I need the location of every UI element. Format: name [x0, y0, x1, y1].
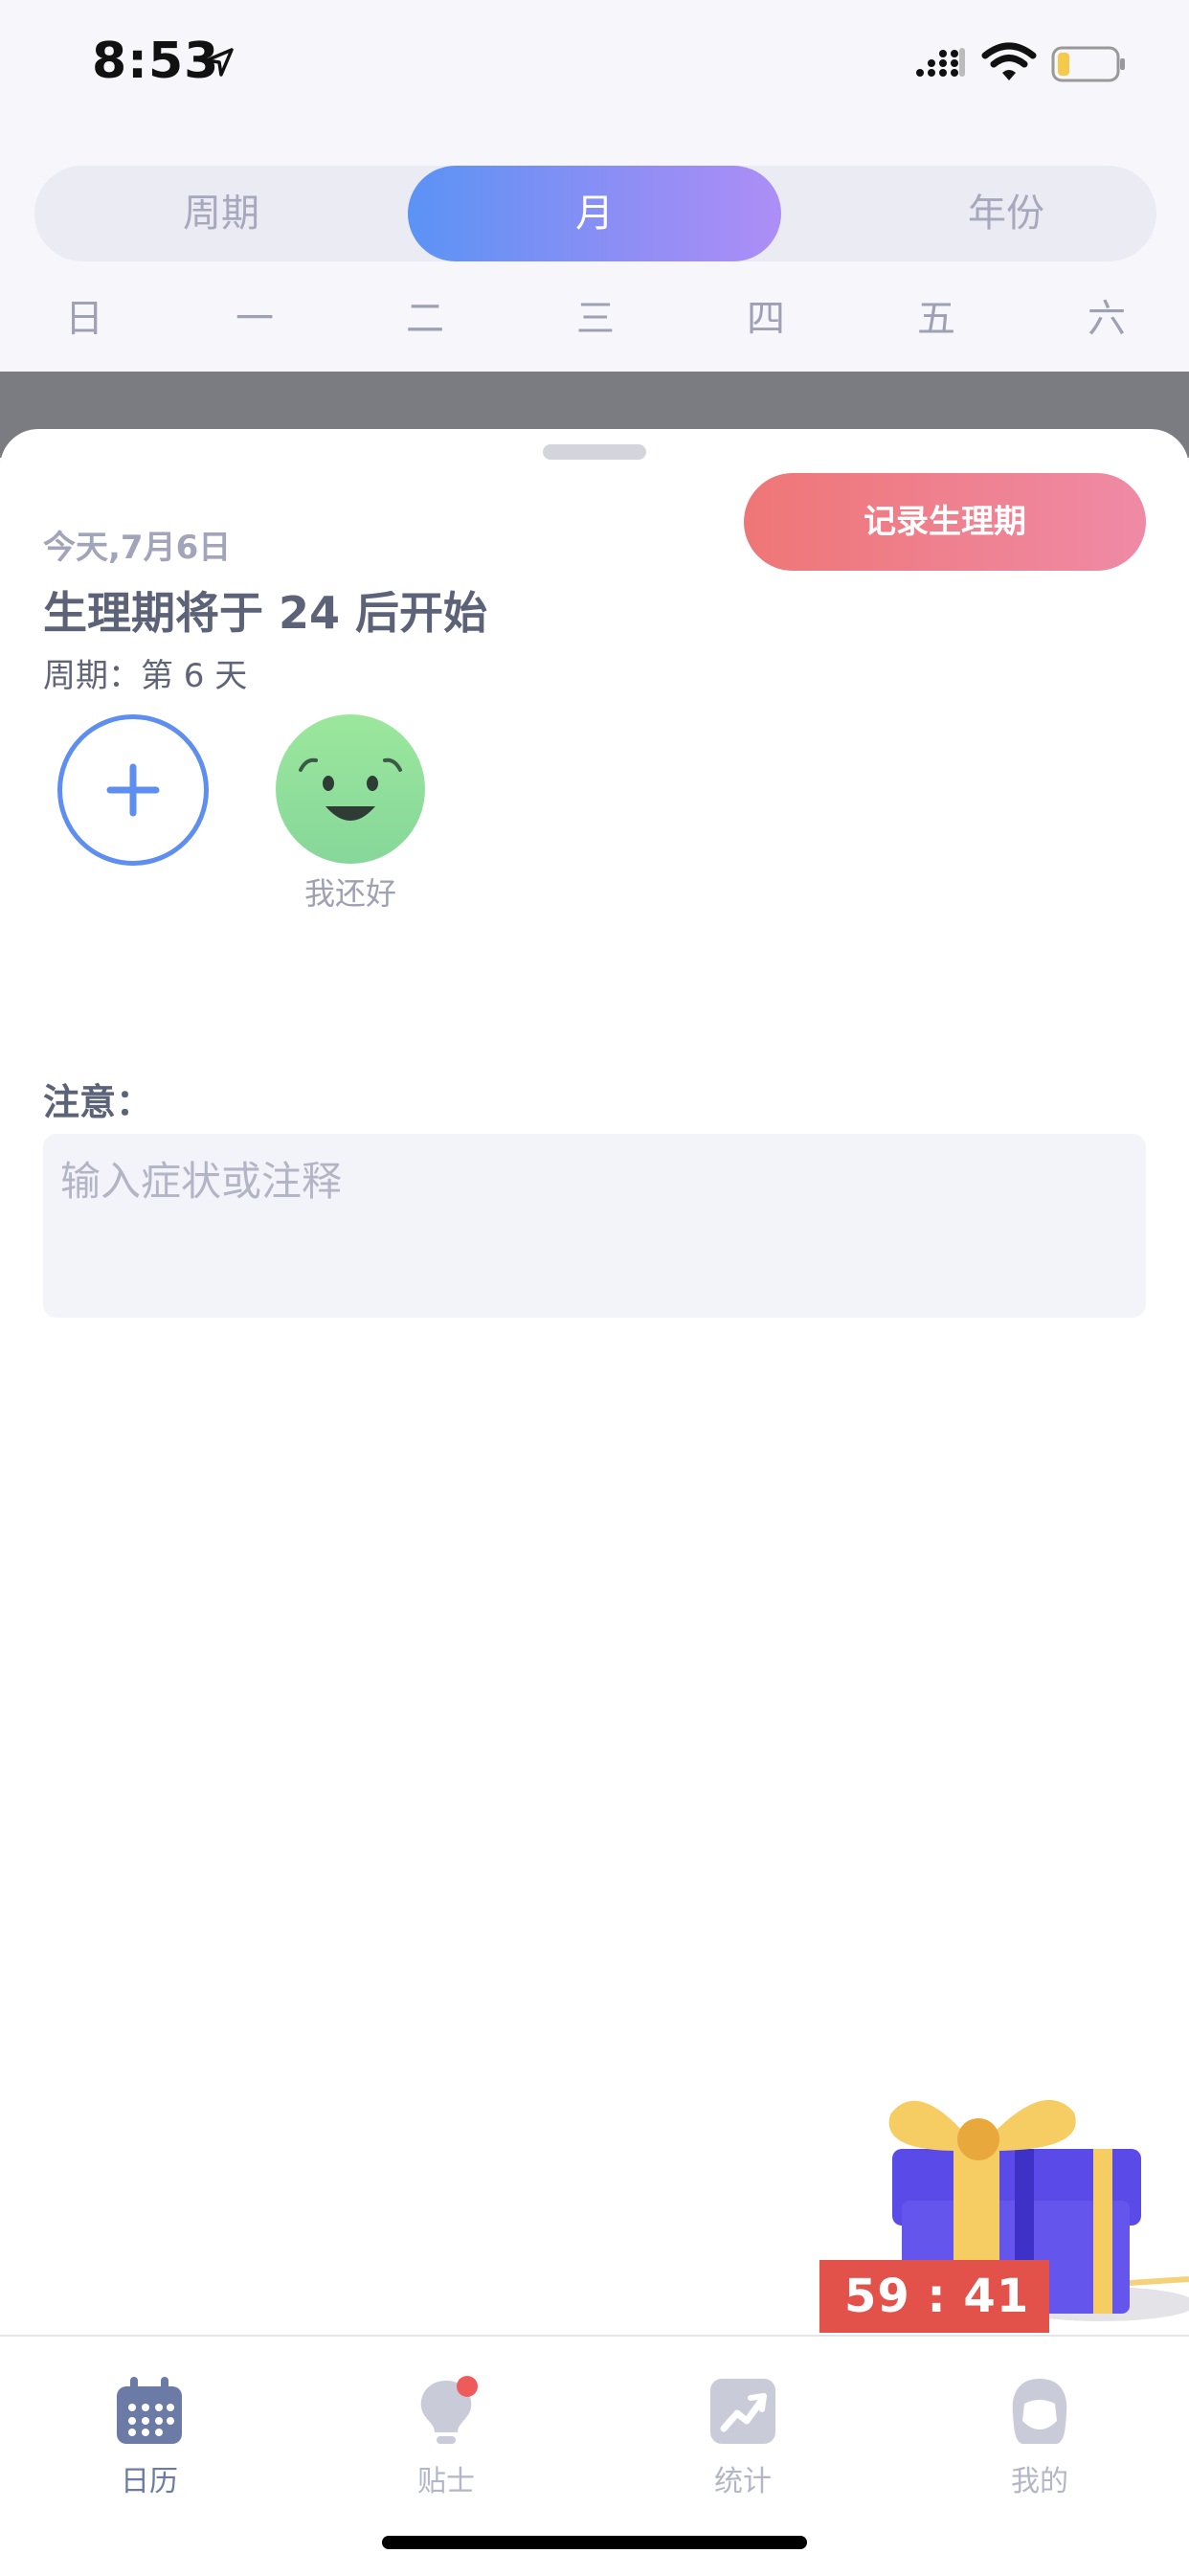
- weekday-header: 日 一 二 三 四 五 六: [0, 287, 1189, 354]
- segment-month[interactable]: 月: [408, 166, 781, 261]
- record-period-button[interactable]: 记录生理期: [744, 473, 1146, 571]
- notification-badge: [457, 2376, 478, 2397]
- tab-profile[interactable]: 我的: [944, 2356, 1135, 2509]
- cellular-signal-icon: [916, 48, 965, 77]
- weekday-mon: 一: [236, 297, 274, 341]
- day-detail-sheet: 记录生理期 今天,7月6日 生理期将于 24 后开始 周期：第 6 天 我还好 …: [0, 429, 1189, 2335]
- smiley-face-icon[interactable]: [276, 714, 425, 864]
- status-bar: 8:53: [0, 0, 1189, 124]
- tab-tips[interactable]: 贴士: [350, 2356, 542, 2509]
- tab-statistics[interactable]: 统计: [647, 2356, 839, 2509]
- weekday-sat: 六: [1088, 297, 1126, 341]
- wifi-icon: [981, 42, 1037, 80]
- home-indicator: [382, 2536, 807, 2549]
- weekday-thu: 四: [747, 297, 785, 341]
- location-arrow-icon: [205, 48, 234, 77]
- sheet-grabber-handle[interactable]: [543, 444, 646, 460]
- weekday-sun: 日: [65, 297, 103, 341]
- add-symptom-button[interactable]: [57, 714, 209, 866]
- status-time: 8:53: [92, 33, 220, 90]
- note-label: 注意：: [43, 1081, 153, 1123]
- note-field-container: [43, 1134, 1146, 1318]
- weekday-wed: 三: [576, 297, 615, 341]
- tab-calendar-label: 日历: [121, 2465, 178, 2498]
- weekday-tue: 二: [406, 297, 444, 341]
- plus-icon: [106, 763, 160, 817]
- calendar-icon: [117, 2377, 182, 2444]
- view-mode-segmented-control: 周期 月 年份: [34, 166, 1156, 261]
- trend-chart-icon: [710, 2379, 775, 2444]
- tab-statistics-label: 统计: [714, 2465, 772, 2498]
- battery-icon: [1051, 46, 1125, 82]
- cycle-day-text: 周期：第 6 天: [43, 657, 248, 695]
- weekday-fri: 五: [917, 297, 955, 341]
- lightbulb-icon: [420, 2376, 478, 2444]
- tab-profile-label: 我的: [1011, 2465, 1068, 2498]
- period-prediction-headline: 生理期将于 24 后开始: [43, 587, 488, 639]
- segment-year[interactable]: 年份: [819, 166, 1189, 261]
- profile-avatar-icon: [1012, 2379, 1067, 2444]
- segment-cycle[interactable]: 周期: [34, 166, 408, 261]
- tab-tips-label: 贴士: [417, 2465, 475, 2498]
- note-input[interactable]: [58, 1151, 1134, 1210]
- selected-date-text: 今天,7月6日: [43, 529, 232, 567]
- tab-calendar[interactable]: 日历: [54, 2356, 245, 2509]
- promo-countdown-tag[interactable]: 59 : 41: [819, 2260, 1049, 2333]
- mood-label: 我还好: [303, 875, 396, 912]
